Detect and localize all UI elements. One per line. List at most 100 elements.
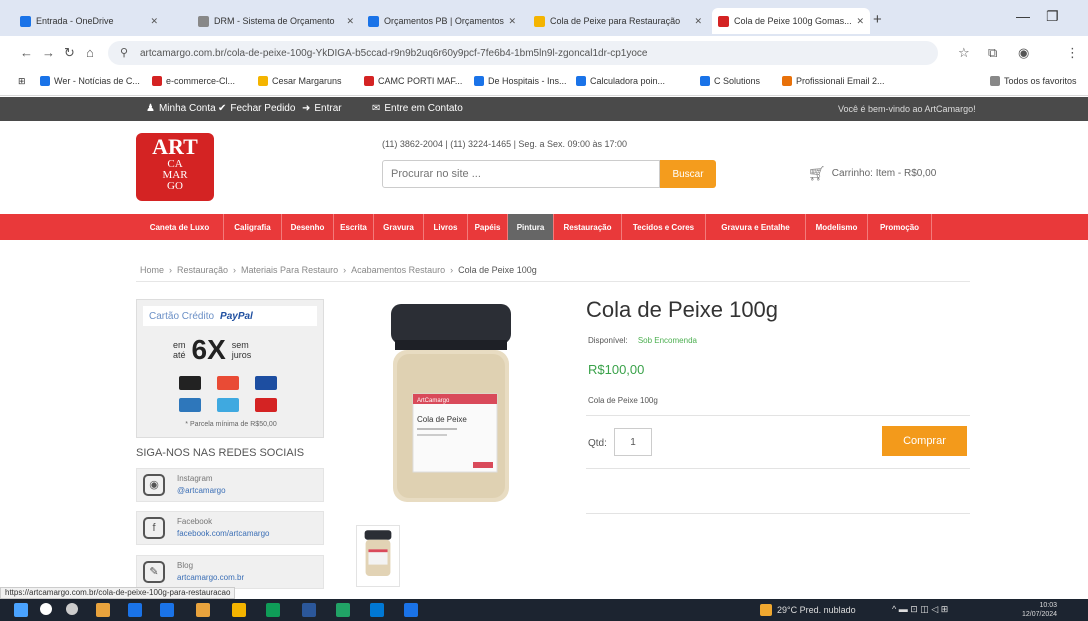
- tab-close-icon[interactable]: ✕: [690, 16, 702, 27]
- bookmark-item[interactable]: Wer - Notícias de C...: [40, 76, 140, 86]
- bookmark-favicon-icon: [152, 76, 162, 86]
- buy-button[interactable]: Comprar: [882, 426, 967, 456]
- tab-title: DRM - Sistema de Orçamento: [214, 16, 335, 26]
- tab-close-icon[interactable]: ✕: [504, 16, 516, 27]
- social-card-instagram[interactable]: ◉ Instagram @artcamargo: [136, 468, 324, 502]
- my-account-link[interactable]: ♟ Minha Conta: [146, 103, 216, 114]
- bookmark-item[interactable]: Profissionali Email 2...: [782, 76, 885, 86]
- new-tab-icon[interactable]: +: [873, 11, 882, 28]
- breadcrumb-link[interactable]: Materiais Para Restauro: [241, 265, 338, 275]
- breadcrumb-link[interactable]: Restauração: [177, 265, 228, 275]
- forward-icon[interactable]: →: [42, 45, 55, 60]
- social-card-facebook[interactable]: f Facebook facebook.com/artcamargo: [136, 511, 324, 545]
- category-escrita[interactable]: Escrita: [334, 214, 374, 240]
- bookmark-item[interactable]: Cesar Margaruns: [258, 76, 342, 86]
- tab-favicon-icon: [198, 15, 209, 27]
- bookmark-item[interactable]: De Hospitais - Ins...: [474, 76, 567, 86]
- bookmark-item[interactable]: Calculadora poin...: [576, 76, 665, 86]
- taskbar-app-icon[interactable]: [160, 603, 174, 617]
- category-pintura[interactable]: Pintura: [508, 214, 554, 240]
- search-input[interactable]: [382, 160, 660, 188]
- tab-close-icon[interactable]: ✕: [852, 16, 864, 27]
- card-brand-icon: [179, 398, 201, 412]
- divider: [586, 415, 970, 416]
- site-logo[interactable]: ART CA MAR GO: [136, 133, 214, 201]
- windows-taskbar: 29°C Pred. nublado ^ ▬ ⊡ ◫ ◁ ⊞ 10:03 12/…: [0, 599, 1088, 621]
- category-restaura-o[interactable]: Restauração: [554, 214, 622, 240]
- taskbar-app-icon[interactable]: [266, 603, 280, 617]
- back-icon[interactable]: ←: [20, 45, 33, 60]
- browser-tab[interactable]: Entrada - OneDrive ✕: [14, 8, 164, 34]
- login-link[interactable]: ➜ Entrar: [302, 103, 342, 114]
- taskbar-app-icon[interactable]: [196, 603, 210, 617]
- site-top-bar: ♟ Minha Conta ✔ Fechar Pedido ➜ Entrar ✉ Ent…: [0, 97, 1088, 121]
- category-gravura[interactable]: Gravura: [374, 214, 424, 240]
- browser-tab-active[interactable]: Cola de Peixe 100g Gomas... ✕: [712, 8, 870, 34]
- category-promo-o[interactable]: Promoção: [868, 214, 932, 240]
- windows-start-icon[interactable]: [14, 603, 28, 617]
- breadcrumb-separator: ›: [233, 264, 237, 275]
- social-card-blog[interactable]: ✎ Blog artcamargo.com.br: [136, 555, 324, 589]
- bookmark-folder[interactable]: Todos os favoritos: [990, 76, 1077, 86]
- taskbar-app-icon[interactable]: [302, 603, 316, 617]
- apps-icon[interactable]: ⊞: [18, 76, 26, 87]
- category-modelismo[interactable]: Modelismo: [806, 214, 868, 240]
- quantity-input[interactable]: [614, 428, 652, 456]
- browser-tab[interactable]: DRM - Sistema de Orçamento ✕: [192, 8, 360, 34]
- taskbar-app-icon[interactable]: [40, 603, 52, 615]
- url-field[interactable]: ⚲ artcamargo.com.br/cola-de-peixe-100g-Y…: [108, 41, 938, 65]
- system-tray[interactable]: ^ ▬ ⊡ ◫ ◁ ⊞: [892, 604, 948, 615]
- contact-link[interactable]: ✉ Entre em Contato: [372, 103, 463, 114]
- bookmark-item[interactable]: C Solutions: [700, 76, 760, 86]
- taskbar-app-icon[interactable]: [404, 603, 418, 617]
- mail-icon: ✉: [372, 103, 381, 114]
- card-brand-icon: [217, 398, 239, 412]
- minimize-icon[interactable]: —: [1016, 8, 1030, 24]
- instagram-icon: ◉: [143, 474, 165, 496]
- product-price: R$100,00: [588, 362, 645, 377]
- checkout-link[interactable]: ✔ Fechar Pedido: [218, 103, 295, 114]
- social-title: SIGA-NOS NAS REDES SOCIAIS: [136, 447, 305, 459]
- extensions-icon[interactable]: ⧉: [988, 45, 997, 61]
- category-caneta-de-luxo[interactable]: Caneta de Luxo: [136, 214, 224, 240]
- taskbar-app-icon[interactable]: [128, 603, 142, 617]
- product-thumbnail[interactable]: [356, 525, 400, 587]
- taskbar-weather[interactable]: 29°C Pred. nublado: [760, 604, 856, 616]
- site-info-icon[interactable]: ⚲: [120, 46, 128, 59]
- card-brand-icon: [255, 376, 277, 390]
- browser-tab[interactable]: Cola de Peixe para Restauração ✕: [528, 8, 708, 34]
- search-button[interactable]: Buscar: [660, 160, 716, 188]
- breadcrumb-link[interactable]: Home: [140, 265, 164, 275]
- taskbar-app-icon[interactable]: [66, 603, 78, 615]
- browser-tab[interactable]: Orçamentos PB | Orçamentos ✕: [362, 8, 522, 34]
- installments-count: 6X: [191, 334, 226, 365]
- home-icon[interactable]: ⌂: [86, 45, 94, 60]
- bookmark-favicon-icon: [576, 76, 586, 86]
- address-bar-row: ← → ↻ ⌂ ⚲ artcamargo.com.br/cola-de-peix…: [0, 36, 1088, 70]
- category-desenho[interactable]: Desenho: [282, 214, 334, 240]
- tab-close-icon[interactable]: ✕: [342, 16, 354, 27]
- tab-close-icon[interactable]: ✕: [146, 16, 158, 27]
- product-image[interactable]: ArtCamargo Cola de Peixe: [355, 296, 560, 514]
- breadcrumb-link[interactable]: Acabamentos Restauro: [351, 265, 445, 275]
- cart-label: Carrinho: Item - R$0,00: [831, 168, 937, 179]
- taskbar-app-icon[interactable]: [336, 603, 350, 617]
- category-livros[interactable]: Livros: [424, 214, 468, 240]
- category-caligrafia[interactable]: Caligrafia: [224, 214, 282, 240]
- taskbar-app-icon[interactable]: [96, 603, 110, 617]
- maximize-icon[interactable]: ❐: [1046, 8, 1059, 25]
- menu-icon[interactable]: ⋮: [1066, 45, 1079, 61]
- star-icon[interactable]: ☆: [958, 45, 970, 61]
- cart-link[interactable]: 🛒︎ Carrinho: Item - R$0,00: [808, 165, 936, 182]
- profile-icon[interactable]: ◉: [1018, 45, 1029, 61]
- taskbar-clock[interactable]: 10:03 12/07/2024: [1022, 601, 1057, 619]
- bookmark-item[interactable]: CAMC PORTI MAF...: [364, 76, 462, 86]
- reload-icon[interactable]: ↻: [64, 45, 75, 61]
- category-pap-is[interactable]: Papéis: [468, 214, 508, 240]
- category-gravura-e-entalhe[interactable]: Gravura e Entalhe: [706, 214, 806, 240]
- taskbar-app-icon[interactable]: [370, 603, 384, 617]
- product-title: Cola de Peixe 100g: [586, 297, 779, 322]
- bookmark-item[interactable]: e-commerce-Cl...: [152, 76, 235, 86]
- category-tecidos-e-cores[interactable]: Tecidos e Cores: [622, 214, 706, 240]
- taskbar-app-icon[interactable]: [232, 603, 246, 617]
